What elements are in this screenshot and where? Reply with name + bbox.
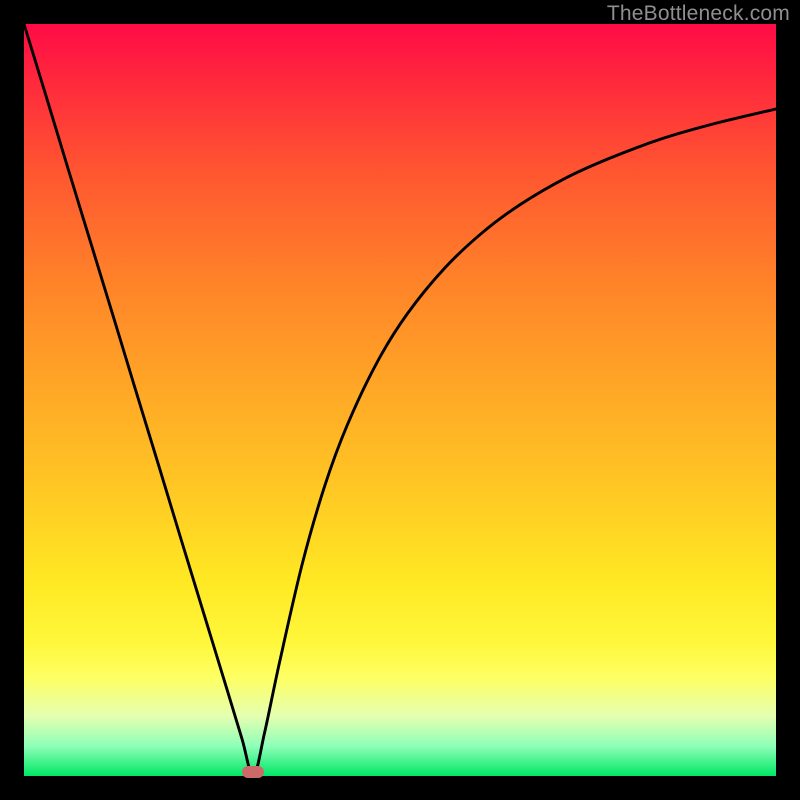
optimal-point-marker	[242, 766, 264, 778]
plot-area	[24, 24, 776, 776]
chart-frame: TheBottleneck.com	[0, 0, 800, 800]
bottleneck-curve	[24, 24, 776, 776]
curve-path	[24, 24, 776, 776]
watermark-text: TheBottleneck.com	[607, 2, 790, 26]
